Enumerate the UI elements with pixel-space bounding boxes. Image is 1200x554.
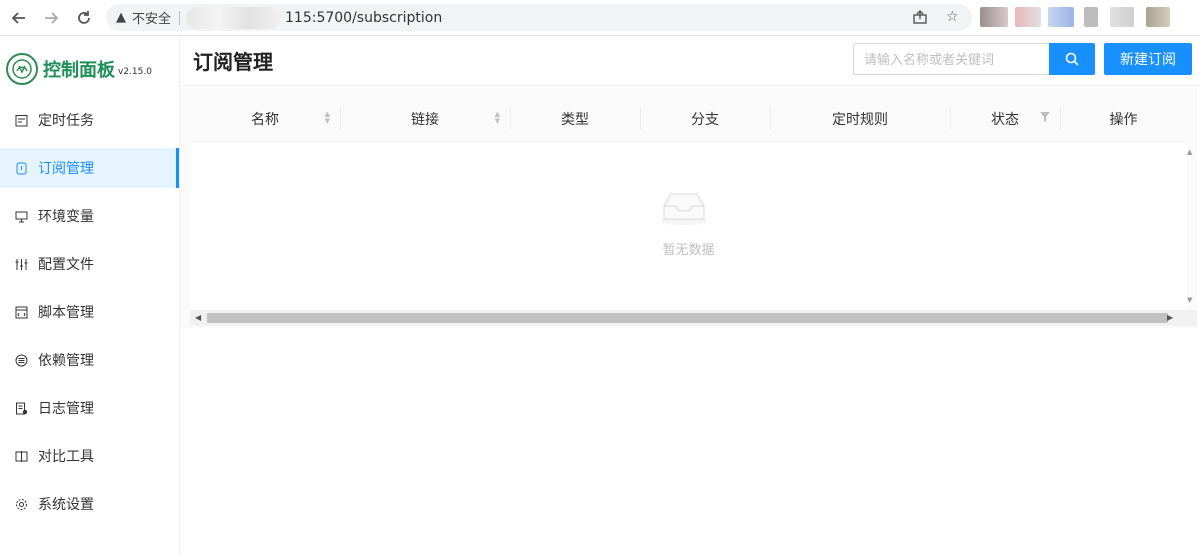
sidebar-item-logs[interactable]: 日志管理: [0, 388, 179, 428]
column-header-label: 操作: [1109, 112, 1138, 128]
forward-arrow-icon[interactable]: [40, 7, 62, 29]
empty-text: 暂无数据: [662, 243, 715, 258]
logo-icon: [6, 53, 38, 85]
sidebar-item-scripts[interactable]: 脚本管理: [0, 292, 179, 332]
sidebar-item-diff[interactable]: 对比工具: [0, 436, 179, 476]
new-subscription-button[interactable]: 新建订阅: [1104, 43, 1192, 75]
sidebar-item-cron[interactable]: 定时任务: [0, 100, 179, 140]
filter-icon[interactable]: [1040, 112, 1050, 125]
compare-icon: [14, 449, 28, 463]
sidebar-item-label: 定时任务: [38, 113, 94, 129]
column-header-label: 链接: [411, 112, 439, 128]
gear-icon: [14, 497, 28, 511]
vertical-scrollbar[interactable]: ▲ ▼: [1187, 96, 1197, 308]
sidebar-item-settings[interactable]: 系统设置: [0, 484, 179, 524]
profile-avatar[interactable]: [1146, 7, 1170, 27]
extension-icon[interactable]: [980, 7, 1008, 27]
table-header: 名称 ▲ ▼ 链接 ▲ ▼ 类型 分支 定时规则 状态 操作: [190, 96, 1187, 142]
sidebar-item-label: 系统设置: [38, 497, 94, 513]
sort-icon[interactable]: ▲ ▼: [325, 111, 330, 125]
scrollbar-thumb[interactable]: [207, 313, 1168, 323]
subscription-table: 名称 ▲ ▼ 链接 ▲ ▼ 类型 分支 定时规则 状态 操作 暂无数据: [190, 96, 1187, 315]
column-header-name[interactable]: 名称 ▲ ▼: [190, 96, 340, 142]
column-header-label: 名称: [251, 112, 279, 128]
monitor-icon: [14, 209, 28, 223]
column-header-branch: 分支: [640, 96, 770, 142]
extension-icon[interactable]: [1015, 7, 1041, 27]
share-icon[interactable]: [912, 9, 928, 29]
reload-icon[interactable]: [73, 7, 95, 29]
url-text: 115:5700/subscription: [285, 9, 443, 26]
subscription-icon: [14, 161, 28, 175]
app-version: v2.15.0: [118, 67, 152, 77]
sidebar-item-label: 依赖管理: [38, 353, 94, 369]
browser-toolbar: ▲ 不安全 115:5700/subscription ☆: [0, 0, 1200, 36]
page-title: 订阅管理: [193, 50, 273, 74]
sidebar-item-label: 配置文件: [38, 257, 94, 273]
security-label: 不安全: [132, 12, 172, 27]
scroll-left-icon[interactable]: ◀: [195, 313, 201, 322]
star-icon[interactable]: ☆: [946, 9, 959, 25]
column-header-actions: 操作: [1060, 96, 1187, 142]
header-divider: [180, 85, 1200, 86]
column-header-label: 定时规则: [832, 112, 888, 128]
sidebar-item-env[interactable]: 环境变量: [0, 196, 179, 236]
extension-icon[interactable]: [1048, 7, 1074, 27]
app-logo[interactable]: 控制面板 v2.15.0: [6, 52, 176, 86]
extension-icon[interactable]: [1084, 7, 1098, 27]
database-icon: [14, 353, 28, 367]
scroll-right-icon[interactable]: ▶: [1167, 313, 1173, 322]
sort-icon[interactable]: ▲ ▼: [495, 111, 500, 125]
scroll-down-icon[interactable]: ▼: [1187, 296, 1192, 304]
code-file-icon: [14, 305, 28, 319]
address-divider: [179, 10, 181, 25]
column-header-label: 状态: [991, 112, 1019, 128]
search-input[interactable]: [853, 43, 1049, 75]
search-box: [853, 43, 1095, 75]
column-header-status[interactable]: 状态: [950, 96, 1060, 142]
address-bar[interactable]: ▲ 不安全 115:5700/subscription ☆: [106, 4, 972, 31]
horizontal-scrollbar[interactable]: ◀ ▶: [190, 310, 1197, 326]
sidebar-item-label: 订阅管理: [38, 161, 94, 177]
column-header-label: 分支: [691, 112, 719, 128]
search-button[interactable]: [1049, 43, 1095, 75]
app-title: 控制面板: [43, 60, 115, 81]
warning-icon: ▲: [116, 10, 126, 25]
log-icon: [14, 401, 28, 415]
column-header-url[interactable]: 链接 ▲ ▼: [340, 96, 510, 142]
table-container: 名称 ▲ ▼ 链接 ▲ ▼ 类型 分支 定时规则 状态 操作 暂无数据: [180, 88, 1197, 328]
sidebar-item-dependencies[interactable]: 依赖管理: [0, 340, 179, 380]
column-header-schedule: 定时规则: [770, 96, 950, 142]
column-header-type: 类型: [510, 96, 640, 142]
empty-inbox-icon: [660, 193, 708, 225]
calendar-icon: [14, 113, 28, 127]
sidebar-item-subscription[interactable]: 订阅管理: [0, 148, 179, 188]
sidebar-item-label: 脚本管理: [38, 305, 94, 321]
back-arrow-icon[interactable]: [8, 7, 30, 29]
sidebar-item-label: 对比工具: [38, 449, 94, 465]
empty-state: 暂无数据: [190, 142, 1187, 312]
host-redacted: [186, 6, 282, 29]
sliders-icon: [14, 257, 28, 271]
sidebar: 控制面板 v2.15.0 定时任务 订阅管理 环境变量 配置文件 脚本管理 依赖…: [0, 37, 180, 554]
sidebar-menu: 定时任务 订阅管理 环境变量 配置文件 脚本管理 依赖管理 日志管理 对比工具 …: [0, 100, 179, 532]
scroll-up-icon[interactable]: ▲: [1187, 148, 1192, 156]
sidebar-item-config[interactable]: 配置文件: [0, 244, 179, 284]
sidebar-item-label: 日志管理: [38, 401, 94, 417]
extension-icon[interactable]: [1110, 7, 1134, 27]
search-icon: [1065, 52, 1079, 66]
column-header-label: 类型: [561, 112, 589, 128]
sidebar-item-label: 环境变量: [38, 209, 94, 225]
